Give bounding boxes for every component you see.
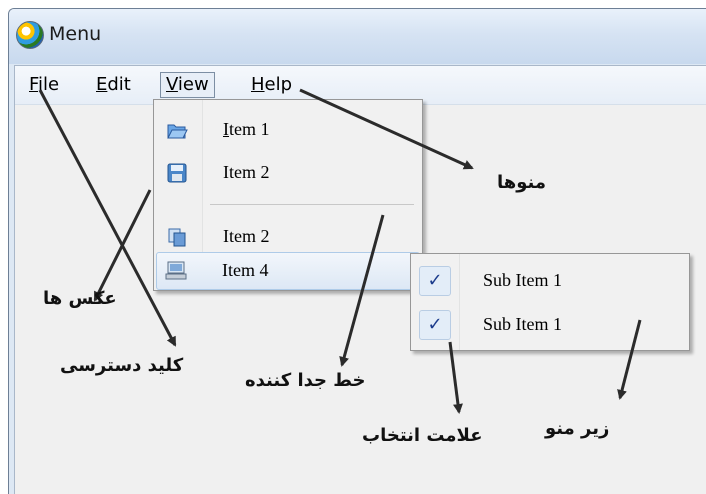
- arrow-separator: [339, 214, 385, 367]
- arrow-check-mark: [448, 341, 463, 414]
- annotation-menus: منوها: [497, 172, 547, 193]
- annotation-check-mark: علامت انتخاب: [362, 425, 483, 446]
- arrow-submenu: [617, 319, 642, 400]
- annotation-access-key: کلید دسترسی: [60, 355, 184, 376]
- annotation-images: عکس ها: [43, 288, 117, 309]
- arrow-menus: [299, 88, 474, 170]
- annotation-submenu: زیر منو: [545, 418, 610, 439]
- annotation-separator: خط جدا کننده: [245, 370, 366, 391]
